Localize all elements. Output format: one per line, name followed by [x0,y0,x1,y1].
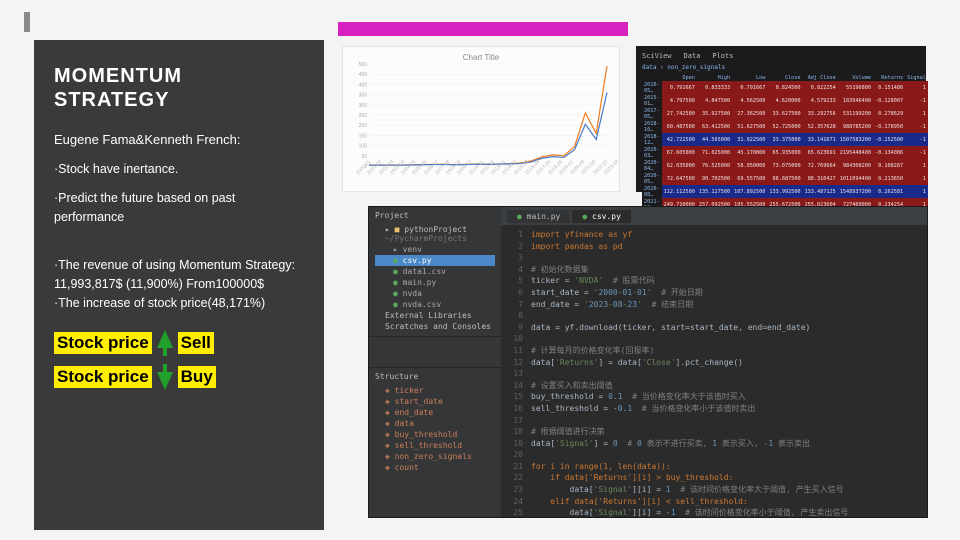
tree-file[interactable]: ● nvda [375,288,495,299]
structure-item[interactable]: non_zero_signals [375,451,495,462]
editor-tabs: ● main.py● csv.py [501,207,927,225]
badge-group: Stock price Sell Stock price Buy [54,330,304,390]
chart-lines [369,66,607,165]
tree-external[interactable]: External Libraries [375,310,495,321]
col-header: Close [767,74,802,81]
stats-group: ·The revenue of using Momentum Strategy:… [54,256,304,314]
credit-line: Eugene Fama&Kenneth French: [54,130,304,150]
tree-root-name: pythonProject [404,225,467,234]
svg-text:450: 450 [359,72,368,78]
structure-item[interactable]: data [375,418,495,429]
arrow-down-icon [157,364,173,390]
ide-editor-area: ● main.py● csv.py 1import yfinance as yf… [501,207,927,517]
data-viewer-panel: SciView Data Plots data › non_zero_signa… [636,46,926,192]
badge-price-2: Stock price [54,366,152,388]
tab-sciview[interactable]: SciView [642,52,672,60]
project-tree: Project ▸ ■ pythonProject ~/PycharmProje… [369,207,501,337]
col-header [642,74,662,81]
editor-tab[interactable]: ● main.py [507,210,570,223]
svg-text:150: 150 [359,133,368,139]
tree-files: ● csv.py● data1.csv● main.py● nvda● nvda… [375,255,495,310]
svg-text:500: 500 [359,62,368,68]
structure-item[interactable]: ticker [375,385,495,396]
badge-row-sell: Stock price Sell [54,330,304,356]
table-row[interactable]: 2017-05…27.74250035.92750027.36250033.62… [642,107,928,120]
badge-price-1: Stock price [54,332,152,354]
badge-row-buy: Stock price Buy [54,364,304,390]
svg-text:250: 250 [359,113,368,119]
table-row[interactable]: 2010-05…0.7916670.8333330.7916670.824500… [642,81,928,94]
bullet-1: ·Stock have inertance. [54,160,304,179]
ide-panel: Project ▸ ■ pythonProject ~/PycharmProje… [368,206,928,518]
col-header: Adj Close [803,74,838,81]
tree-venv[interactable]: ▸ venv [375,244,495,255]
arrow-up-icon [157,330,173,356]
project-label: Project [375,211,495,220]
table-head-row: OpenHighLowCloseAdj CloseVolumeReturnsSi… [642,74,928,81]
col-header: Signal [905,74,928,81]
structure-item[interactable]: start_date [375,396,495,407]
tree-root-hint: ~/PycharmProjects [385,234,467,243]
col-header: High [697,74,732,81]
svg-text:100: 100 [359,144,368,150]
editor-tab[interactable]: ● csv.py [572,210,631,223]
tree-root[interactable]: ▸ ■ pythonProject ~/PycharmProjects [375,224,495,244]
slide-title: MOMENTUM STRATEGY [54,64,304,112]
table-row[interactable]: 2020-03…67.60500071.02500045.17000065.93… [642,146,928,159]
chart-panel: Chart Title 0501001502002503003504004505… [342,46,620,192]
table-row[interactable]: 2015-01…4.7975004.8475004.5625004.620000… [642,94,928,107]
tab-plots[interactable]: Plots [712,52,733,60]
badge-sell: Sell [178,332,214,354]
svg-text:300: 300 [359,103,368,109]
tree-file[interactable]: ● main.py [375,277,495,288]
structure-item[interactable]: count [375,462,495,473]
bullet-group: ·Stock have inertance. ·Predict the futu… [54,160,304,228]
data-viewer-tabs: SciView Data Plots [642,52,920,60]
decor-pink-bar [338,22,628,36]
decor-gray-stub [24,12,30,32]
chart-title: Chart Title [351,53,611,62]
structure-list: tickerstart_dateend_datedatabuy_threshol… [375,385,495,473]
structure-item[interactable]: buy_threshold [375,429,495,440]
table-row[interactable]: 2020-04…62.03500076.52500058.95000073.07… [642,159,928,172]
tree-file[interactable]: ● csv.py [375,255,495,266]
col-header: Low [732,74,767,81]
ide-sidebar: Project ▸ ■ pythonProject ~/PycharmProje… [369,207,501,517]
sidebar-panel: MOMENTUM STRATEGY Eugene Fama&Kenneth Fr… [34,40,324,530]
table-row[interactable]: 2020-05…72.64750090.70250069.55750088.68… [642,172,928,185]
chart-svg: 050100150200250300350400450500 [351,62,611,172]
tree-file[interactable]: ● data1.csv [375,266,495,277]
structure-item[interactable]: end_date [375,407,495,418]
badge-buy: Buy [178,366,216,388]
bullet-2: ·Predict the future based on past perfor… [54,189,304,228]
tree-venv-label: venv [403,245,422,254]
table-row[interactable]: 2020-08…112.112500135.127500107.89250013… [642,185,928,198]
col-header: Open [662,74,697,81]
stat-2: ·The increase of stock price(48,171%) [54,294,304,313]
table-row[interactable]: 2018-10…60.48750063.41250051.62750052.72… [642,120,928,133]
code-editor[interactable]: 1import yfinance as yf 2import pandas as… [501,225,927,517]
slide-title-line2: STRATEGY [54,88,304,112]
svg-text:350: 350 [359,93,368,99]
table-row[interactable]: 2018-12…42.72250044.56500031.92250033.37… [642,133,928,146]
chart-xlabels: 2000-012001-022002-032003-042004-052005-… [351,172,611,178]
data-breadcrumb: data › non_zero_signals [642,64,920,71]
svg-text:200: 200 [359,123,368,129]
col-header: Returns [873,74,905,81]
slide-root: MOMENTUM STRATEGY Eugene Fama&Kenneth Fr… [0,0,960,540]
stat-1: ·The revenue of using Momentum Strategy:… [54,256,304,295]
tab-data[interactable]: Data [684,52,701,60]
slide-title-line1: MOMENTUM [54,64,304,88]
col-header: Volume [838,74,873,81]
tree-scratches[interactable]: Scratches and Consoles [375,321,495,332]
structure-label: Structure [375,372,495,381]
structure-item[interactable]: sell_threshold [375,440,495,451]
structure-panel: Structure tickerstart_dateend_datedatabu… [369,367,501,517]
tree-file[interactable]: ● nvda.csv [375,299,495,310]
svg-text:400: 400 [359,82,368,88]
